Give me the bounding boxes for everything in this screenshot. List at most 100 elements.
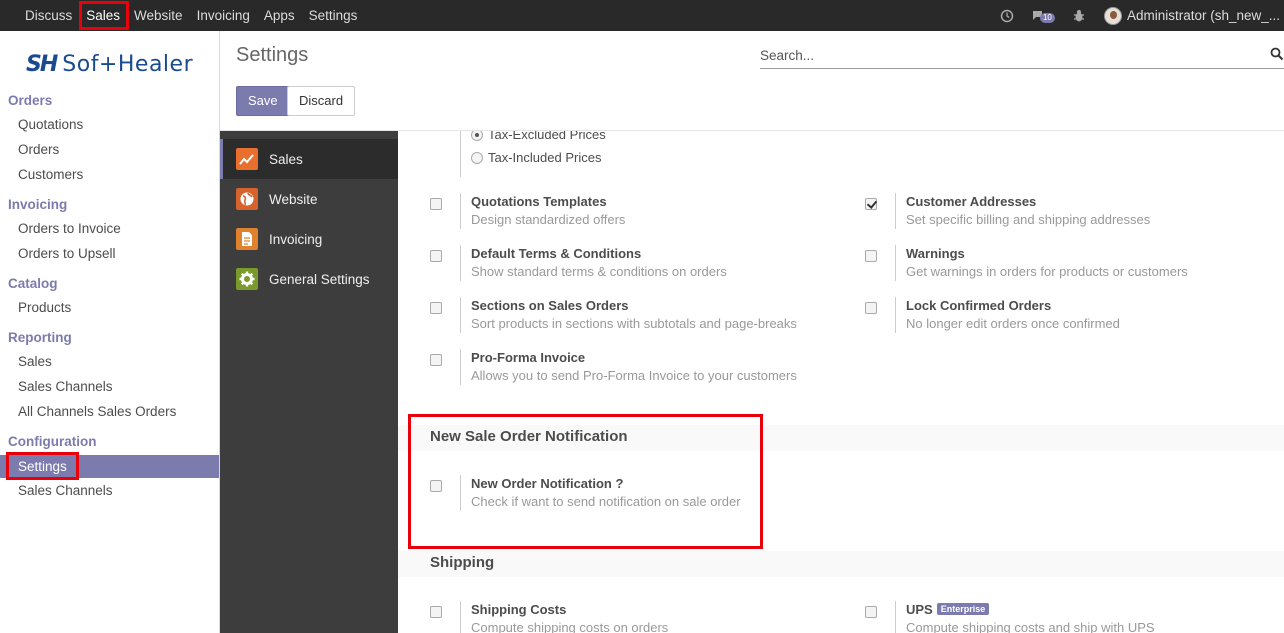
checkbox-default-terms[interactable] — [430, 250, 442, 262]
discard-button[interactable]: Discard — [287, 86, 356, 116]
logo-text: Sof+Healer — [62, 51, 194, 77]
app-tab-general-settings[interactable]: General Settings — [220, 259, 398, 299]
sales-chart-icon — [236, 148, 258, 170]
option-desc: Sort products in sections with subtotals… — [471, 316, 797, 331]
divider — [895, 245, 896, 281]
page-title: Settings — [236, 44, 309, 66]
option-desc: Compute shipping costs on orders — [471, 620, 669, 633]
section-reporting: Reporting — [8, 330, 72, 345]
sales-sidebar: SH Sof+Healer Orders Quotations Orders C… — [0, 31, 220, 633]
divider — [460, 297, 461, 333]
section-catalog: Catalog — [8, 276, 58, 291]
menu-apps[interactable]: Apps — [257, 0, 302, 31]
section-invoicing: Invoicing — [8, 197, 68, 212]
user-name: Administrator (sh_new_... — [1126, 8, 1280, 23]
app-tab-website[interactable]: Website — [220, 179, 398, 219]
option-title: Quotations Templates — [471, 194, 607, 209]
invoice-icon — [236, 228, 258, 250]
search-input[interactable]: Search... — [760, 45, 1284, 69]
section-orders: Orders — [8, 93, 53, 108]
ups-title: UPS — [906, 602, 933, 617]
search-icon[interactable] — [1270, 47, 1284, 64]
globe-icon — [236, 188, 258, 210]
checkbox-sections-on-orders[interactable] — [430, 302, 442, 314]
section-header-shipping: Shipping — [398, 551, 1284, 577]
sidebar-item-orders-to-upsell[interactable]: Orders to Upsell — [0, 242, 219, 265]
app-tab-label: General Settings — [269, 271, 370, 287]
sidebar-item-all-channels-sales-orders[interactable]: All Channels Sales Orders — [0, 400, 219, 423]
settings-app-list: Sales Website Invoicing General Settings — [220, 131, 398, 633]
option-title: Pro-Forma Invoice — [471, 350, 586, 365]
option-desc: Design standardized offers — [471, 212, 626, 227]
search-placeholder: Search... — [760, 48, 815, 63]
option-title: Lock Confirmed Orders — [906, 298, 1052, 313]
option-title: UPS Enterprise — [906, 602, 990, 617]
app-tab-label: Website — [269, 191, 318, 207]
app-tab-label: Invoicing — [269, 231, 323, 247]
checkbox-shipping-costs[interactable] — [430, 606, 442, 618]
option-desc: Set specific billing and shipping addres… — [906, 212, 1151, 227]
user-menu[interactable]: Administrator (sh_new_... — [1103, 6, 1280, 25]
option-title: Warnings — [906, 246, 965, 261]
option-title: Default Terms & Conditions — [471, 246, 642, 261]
checkbox-warnings[interactable] — [865, 250, 877, 262]
option-title: Customer Addresses — [906, 194, 1037, 209]
radio-tax-included[interactable] — [471, 152, 483, 164]
top-navbar: Discuss Sales Website Invoicing Apps Set… — [0, 0, 1284, 31]
divider — [460, 601, 461, 633]
sidebar-item-config-sales-channels[interactable]: Sales Channels — [0, 479, 219, 502]
divider — [460, 245, 461, 281]
option-desc: Allows you to send Pro-Forma Invoice to … — [471, 368, 797, 383]
sidebar-item-sales[interactable]: Sales — [0, 350, 219, 373]
sidebar-item-orders[interactable]: Orders — [0, 138, 219, 161]
menu-settings[interactable]: Settings — [302, 0, 365, 31]
section-configuration: Configuration — [8, 434, 97, 449]
logo-mark: SH — [26, 51, 58, 77]
save-button[interactable]: Save — [236, 86, 290, 116]
checkbox-pro-forma-invoice[interactable] — [430, 354, 442, 366]
radio-tax-excluded[interactable] — [471, 131, 483, 141]
option-desc: Show standard terms & conditions on orde… — [471, 264, 727, 279]
divider — [460, 193, 461, 229]
company-logo: SH Sof+Healer — [26, 49, 193, 79]
menu-website[interactable]: Website — [127, 0, 190, 31]
sidebar-item-sales-channels[interactable]: Sales Channels — [0, 375, 219, 398]
app-tab-label: Sales — [269, 151, 303, 167]
app-tab-invoicing[interactable]: Invoicing — [220, 219, 398, 259]
divider — [460, 131, 461, 177]
gear-icon — [236, 268, 258, 290]
option-desc: Compute shipping costs and ship with UPS — [906, 620, 1155, 633]
checkbox-quotation-templates[interactable] — [430, 198, 442, 210]
checkbox-customer-addresses[interactable] — [865, 198, 877, 210]
app-tab-sales[interactable]: Sales — [220, 139, 398, 179]
radio-label-tax-included: Tax-Included Prices — [488, 150, 602, 165]
divider — [895, 297, 896, 333]
app-menu: Discuss Sales Website Invoicing Apps Set… — [0, 0, 364, 31]
sidebar-item-quotations[interactable]: Quotations — [0, 113, 219, 136]
divider — [895, 193, 896, 229]
clock-icon[interactable] — [1000, 9, 1014, 23]
divider — [895, 601, 896, 633]
menu-invoicing[interactable]: Invoicing — [190, 0, 257, 31]
menu-discuss[interactable]: Discuss — [18, 0, 79, 31]
option-desc: Get warnings in orders for products or c… — [906, 264, 1188, 279]
divider — [460, 349, 461, 385]
settings-content: Tax-Excluded Prices Tax-Included Prices … — [398, 131, 1284, 633]
checkbox-ups[interactable] — [865, 606, 877, 618]
sales-menu-highlight — [79, 1, 129, 30]
sidebar-item-products[interactable]: Products — [0, 296, 219, 319]
settings-item-highlight — [6, 452, 79, 480]
message-count-badge: 10 — [1039, 12, 1055, 23]
option-desc: No longer edit orders once confirmed — [906, 316, 1120, 331]
systray: 10 Administrator (sh_new_... — [1000, 0, 1284, 31]
messages-icon[interactable]: 10 — [1032, 10, 1055, 23]
radio-label-tax-excluded: Tax-Excluded Prices — [488, 131, 606, 142]
checkbox-lock-confirmed-orders[interactable] — [865, 302, 877, 314]
control-panel: Settings Search... Save Discard — [220, 31, 1284, 131]
enterprise-badge: Enterprise — [936, 603, 990, 615]
sidebar-item-orders-to-invoice[interactable]: Orders to Invoice — [0, 217, 219, 240]
option-title: Sections on Sales Orders — [471, 298, 629, 313]
debug-bug-icon[interactable] — [1072, 9, 1086, 23]
sidebar-item-customers[interactable]: Customers — [0, 163, 219, 186]
avatar — [1103, 6, 1122, 25]
